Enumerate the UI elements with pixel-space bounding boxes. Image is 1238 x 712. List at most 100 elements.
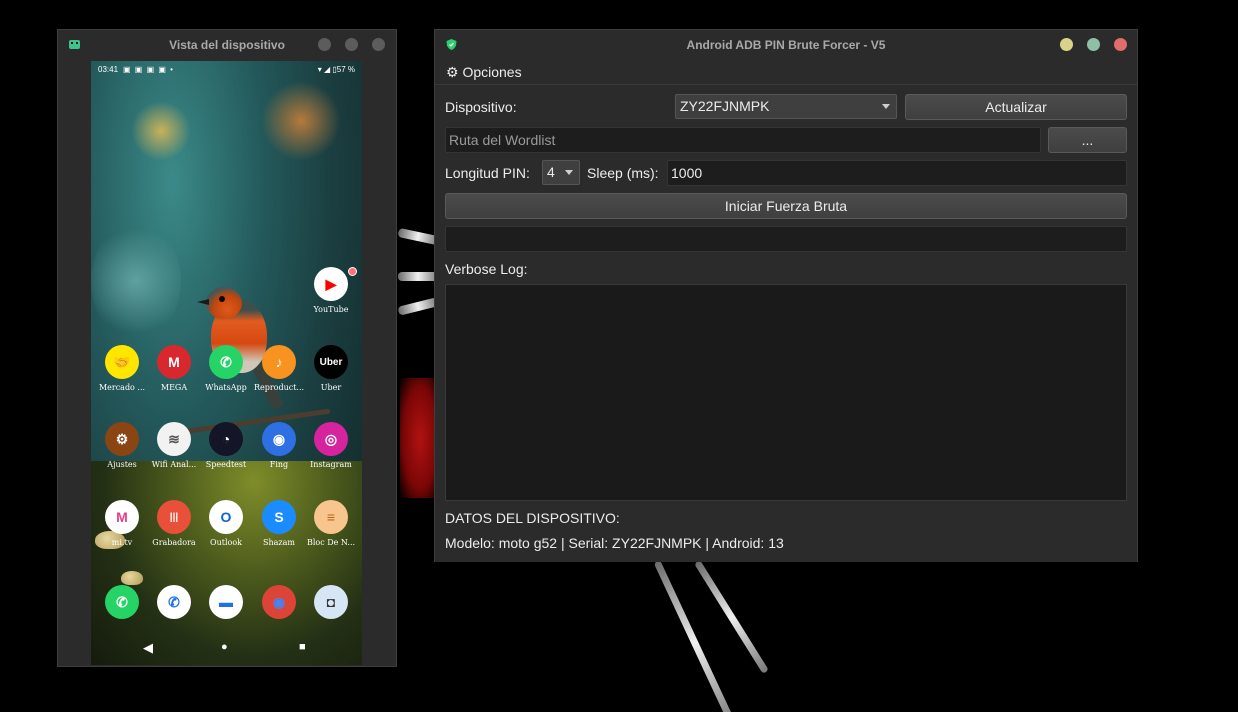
bird-eye bbox=[219, 296, 225, 302]
app-icon: O bbox=[209, 500, 243, 534]
dock-messages[interactable]: ▬ bbox=[200, 585, 252, 619]
messages-icon: ▬ bbox=[209, 585, 243, 619]
app-youtube[interactable]: ▶ YouTube bbox=[305, 267, 357, 314]
phone-screen[interactable]: 03:41 ▣ ▣ ▣ ▣ • ▾ ◢ ▯57 % ▶ YouTube 🤝 Merca… bbox=[91, 61, 362, 665]
device-select[interactable]: ZY22FJNMPK bbox=[675, 94, 897, 119]
verbose-log-area[interactable] bbox=[445, 284, 1127, 501]
device-view-window: Vista del dispositivo 03:41 ▣ ▣ ▣ ▣ • ▾ … bbox=[57, 29, 397, 667]
system-status-icons: ▾ ◢ ▯57 % bbox=[317, 65, 355, 74]
recents-button-icon[interactable]: ■ bbox=[299, 641, 306, 653]
app-grabadora[interactable]: ||| Grabadora bbox=[148, 500, 200, 547]
wallpaper-streak bbox=[653, 560, 737, 712]
app-label: Outlook bbox=[210, 538, 242, 547]
back-button-icon[interactable]: ◀ bbox=[143, 640, 153, 656]
chevron-down-icon bbox=[882, 104, 890, 109]
bokeh-light bbox=[91, 221, 181, 341]
app-label: mi.tv bbox=[111, 538, 133, 547]
maximize-button[interactable] bbox=[345, 38, 358, 51]
app-icon: ♪ bbox=[262, 345, 296, 379]
app-label: Uber bbox=[320, 383, 342, 392]
pin-length-value: 4 bbox=[547, 164, 555, 180]
chrome-icon: ◉ bbox=[262, 585, 296, 619]
app-icon: M bbox=[105, 500, 139, 534]
app-label: Mercado ... bbox=[98, 383, 146, 392]
phone-status-bar: 03:41 ▣ ▣ ▣ ▣ • ▾ ◢ ▯57 % bbox=[91, 61, 362, 77]
app-icon: ◔ bbox=[209, 422, 243, 456]
dock-chrome[interactable]: ◉ bbox=[253, 585, 305, 619]
main-content: Dispositivo: ZY22FJNMPK Actualizar ... L… bbox=[435, 85, 1137, 562]
device-select-value: ZY22FJNMPK bbox=[680, 98, 770, 114]
phone-nav-bar: ◀ ● ■ bbox=[91, 633, 362, 665]
whatsapp-dock-icon: ✆ bbox=[105, 585, 139, 619]
app-label: Ajustes bbox=[107, 460, 137, 469]
app-outlook[interactable]: O Outlook bbox=[200, 500, 252, 547]
app-label: Grabadora bbox=[152, 538, 196, 547]
app-label: MEGA bbox=[160, 383, 188, 392]
app-label: Wifi Anal... bbox=[151, 460, 197, 469]
device-label: Dispositivo: bbox=[445, 99, 517, 115]
start-brute-force-button[interactable]: Iniciar Fuerza Bruta bbox=[445, 193, 1127, 219]
menu-bar: ⚙ Opciones bbox=[435, 60, 1137, 85]
pin-length-select[interactable]: 4 bbox=[542, 160, 580, 185]
app-icon: ||| bbox=[157, 500, 191, 534]
dock-whatsapp-dock[interactable]: ✆ bbox=[96, 585, 148, 619]
progress-bar bbox=[445, 226, 1127, 252]
chevron-down-icon bbox=[565, 170, 573, 175]
dock-camera[interactable]: ◘ bbox=[305, 585, 357, 619]
device-window-titlebar[interactable]: Vista del dispositivo bbox=[58, 30, 396, 60]
minimize-button[interactable] bbox=[1060, 38, 1073, 51]
app-mega[interactable]: M MEGA bbox=[148, 345, 200, 392]
refresh-button[interactable]: Actualizar bbox=[905, 94, 1127, 120]
maximize-button[interactable] bbox=[1087, 38, 1100, 51]
app-wifi-anal[interactable]: ≋ Wifi Anal... bbox=[148, 422, 200, 469]
wallpaper-streak bbox=[397, 297, 439, 316]
minimize-button[interactable] bbox=[318, 38, 331, 51]
brute-forcer-window: Android ADB PIN Brute Forcer - V5 ⚙ Opci… bbox=[434, 29, 1138, 562]
app-icon: ✆ bbox=[209, 345, 243, 379]
app-icon: ⚙ bbox=[105, 422, 139, 456]
notification-badge bbox=[348, 267, 357, 276]
app-label: WhatsApp bbox=[205, 383, 247, 392]
app-fing[interactable]: ◉ Fing bbox=[253, 422, 305, 469]
wordlist-path-input[interactable] bbox=[445, 127, 1041, 153]
options-menu[interactable]: ⚙ Opciones bbox=[446, 64, 522, 81]
sleep-input[interactable] bbox=[667, 160, 1127, 186]
app-icon: ◉ bbox=[262, 422, 296, 456]
app-icon: ◎ bbox=[314, 422, 348, 456]
app-speedtest[interactable]: ◔ Speedtest bbox=[200, 422, 252, 469]
app-shazam[interactable]: S Shazam bbox=[253, 500, 305, 547]
home-button-icon[interactable]: ● bbox=[221, 641, 228, 653]
app-label: Shazam bbox=[263, 538, 295, 547]
app-reproduct[interactable]: ♪ Reproduct... bbox=[253, 345, 305, 392]
app-icon: 🤝 bbox=[105, 345, 139, 379]
app-uber[interactable]: Uber Uber bbox=[305, 345, 357, 392]
device-data-info: Modelo: moto g52 | Serial: ZY22FJNMPK | … bbox=[445, 535, 784, 551]
app-icon: Uber bbox=[314, 345, 348, 379]
phone-icon: ✆ bbox=[157, 585, 191, 619]
app-icon: ▶ bbox=[314, 267, 348, 301]
desktop: Vista del dispositivo 03:41 ▣ ▣ ▣ ▣ • ▾ … bbox=[0, 0, 1238, 712]
dock-phone[interactable]: ✆ bbox=[148, 585, 200, 619]
app-whatsapp[interactable]: ✆ WhatsApp bbox=[200, 345, 252, 392]
app-label: YouTube bbox=[313, 305, 349, 314]
status-time: 03:41 bbox=[98, 65, 119, 74]
bokeh-light bbox=[131, 101, 191, 161]
bird-head bbox=[206, 287, 242, 319]
camera-icon: ◘ bbox=[314, 585, 348, 619]
device-data-header: DATOS DEL DISPOSITIVO: bbox=[445, 510, 620, 526]
browse-button[interactable]: ... bbox=[1048, 127, 1127, 153]
app-icon: S bbox=[262, 500, 296, 534]
app-label: Fing bbox=[269, 460, 289, 469]
wallpaper-streak bbox=[398, 272, 438, 281]
app-icon: ≡ bbox=[314, 500, 348, 534]
app-ajustes[interactable]: ⚙ Ajustes bbox=[96, 422, 148, 469]
app-bloc-de-n[interactable]: ≡ Bloc De N... bbox=[305, 500, 357, 547]
verbose-log-label: Verbose Log: bbox=[445, 261, 528, 277]
close-button[interactable] bbox=[1114, 38, 1127, 51]
main-window-titlebar[interactable]: Android ADB PIN Brute Forcer - V5 bbox=[435, 30, 1137, 60]
app-mi-tv[interactable]: Mmi.tv bbox=[96, 500, 148, 547]
close-button[interactable] bbox=[372, 38, 385, 51]
app-instagram[interactable]: ◎ Instagram bbox=[305, 422, 357, 469]
pin-length-label: Longitud PIN: bbox=[445, 165, 530, 181]
app-mercado[interactable]: 🤝 Mercado ... bbox=[96, 345, 148, 392]
